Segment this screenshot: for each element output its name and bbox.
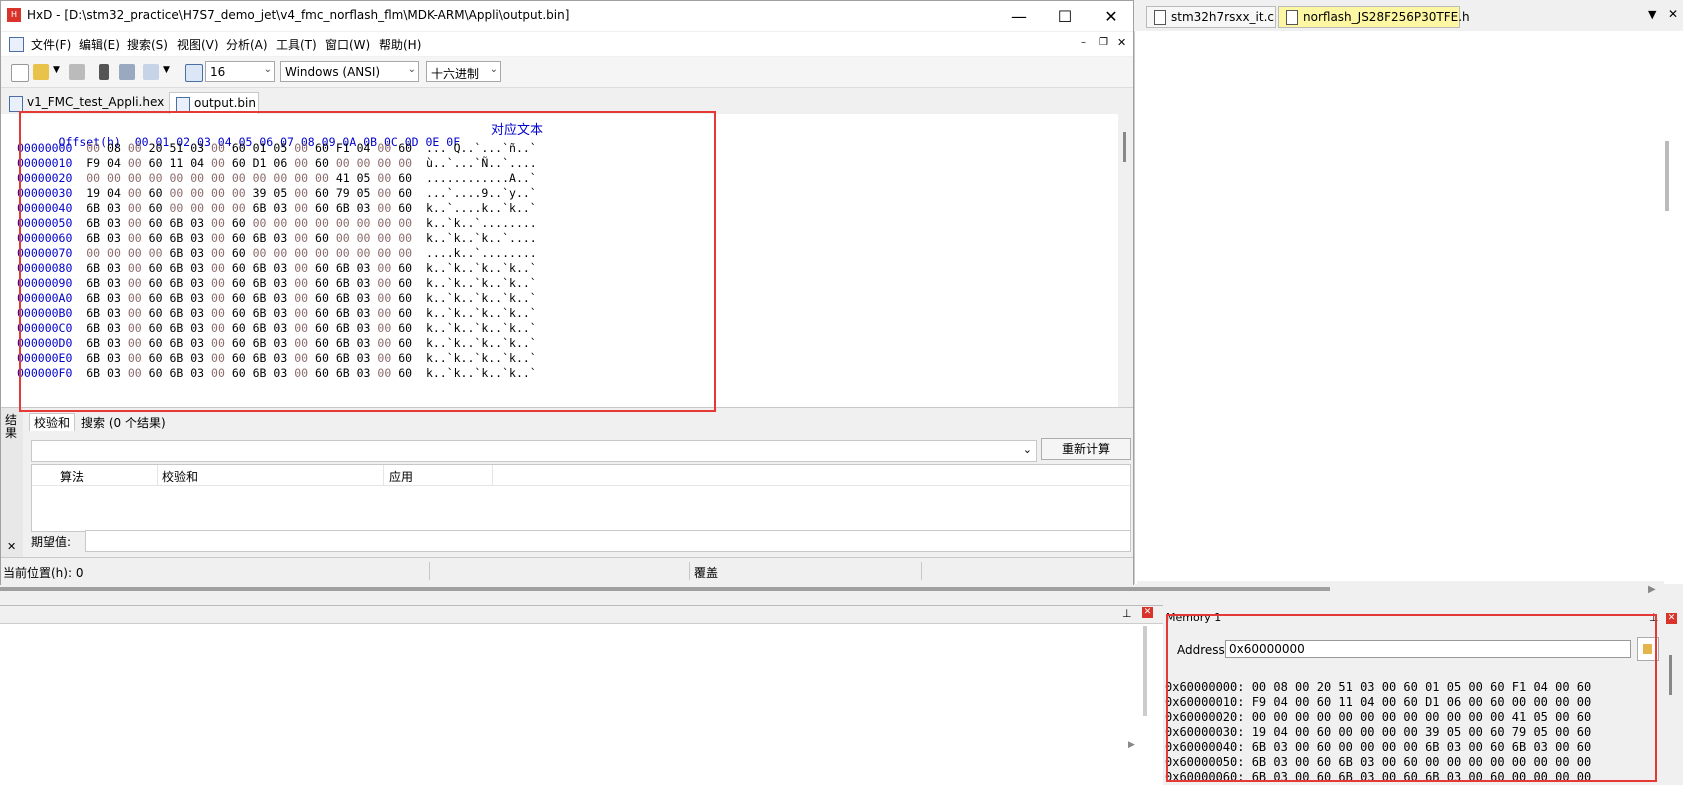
horizontal-scrollbar[interactable] [0, 585, 1340, 593]
menu-edit[interactable]: 编辑(E) [79, 36, 120, 53]
close-icon[interactable]: ✕ [1666, 613, 1677, 624]
bytes-per-row-select[interactable]: 16 ⌄ [205, 61, 275, 82]
number-base-select[interactable]: 十六进制 ⌄ [426, 61, 501, 82]
scroll-thumb[interactable] [1143, 626, 1147, 716]
mdi-minimize-icon[interactable]: – [1081, 37, 1086, 48]
properties-icon[interactable] [119, 64, 135, 80]
menu-help[interactable]: 帮助(H) [379, 36, 421, 53]
status-bar: 当前位置(h): 0 覆盖 [1, 557, 1133, 585]
tab-list-dropdown-icon[interactable]: ▼ [1648, 8, 1656, 21]
window-title: HxD - [D:\stm32_practice\H7S7_demo_jet\v… [27, 8, 570, 22]
encoding-value: Windows (ANSI) [285, 65, 381, 79]
app-icon: H [7, 8, 21, 22]
status-divider [429, 562, 430, 580]
menu-window[interactable]: 窗口(W) [325, 36, 370, 53]
bytes-per-row-value: 16 [210, 65, 226, 79]
copy-dropdown-icon[interactable]: ▼ [163, 65, 170, 75]
checksum-table: 算法 校验和 应用 [31, 464, 1131, 532]
recalculate-button[interactable]: 重新计算 [1041, 438, 1131, 460]
tab-norflash-h[interactable]: norflash_JS28F256P30TFE.h [1278, 6, 1470, 28]
close-icon[interactable]: ✕ [1668, 7, 1678, 21]
scroll-thumb[interactable] [1669, 655, 1672, 695]
tab-it-c[interactable]: stm32h7rsxx_it.c [1146, 6, 1276, 28]
close-file-icon[interactable] [99, 64, 109, 80]
col-algorithm[interactable]: 算法 [60, 468, 84, 485]
edit-mode[interactable]: 覆盖 [694, 564, 718, 581]
copy-icon[interactable] [143, 64, 159, 80]
scroll-thumb[interactable] [1665, 141, 1669, 211]
results-side-label: 结果 [5, 413, 18, 440]
results-side-tab[interactable]: 结果 ✕ [1, 408, 23, 558]
col-apply[interactable]: 应用 [389, 468, 413, 485]
chevron-down-icon: ⌄ [489, 64, 498, 75]
file-icon [1154, 10, 1166, 25]
scroll-thumb[interactable] [0, 587, 1330, 591]
column-divider [157, 465, 158, 485]
hex-file-icon [9, 96, 23, 112]
close-button[interactable]: ✕ [1088, 1, 1134, 31]
tab-label: v1_FMC_test_Appli.hex [27, 95, 165, 109]
pin-icon[interactable]: ⊥ [1122, 607, 1132, 620]
bytes-per-row-icon [185, 64, 203, 82]
highlight-box [19, 111, 716, 412]
scroll-right-icon[interactable]: ▶ [1128, 740, 1135, 750]
mdi-close-icon[interactable]: ✕ [1117, 36, 1126, 49]
column-divider [383, 465, 384, 485]
close-icon[interactable]: ✕ [7, 540, 16, 553]
open-dropdown-icon[interactable]: ▼ [53, 65, 60, 75]
vertical-scrollbar[interactable] [1118, 114, 1133, 407]
column-divider [492, 465, 493, 485]
encoding-select[interactable]: Windows (ANSI) ⌄ [280, 61, 419, 82]
vertical-scrollbar[interactable] [1663, 635, 1679, 775]
maximize-button[interactable]: ☐ [1042, 1, 1088, 31]
tab-checksum[interactable]: 校验和 [29, 413, 76, 431]
menu-search[interactable]: 搜索(S) [127, 36, 168, 53]
new-file-icon[interactable] [11, 64, 29, 82]
cursor-position: 当前位置(h): 0 [3, 566, 84, 580]
mdi-restore-icon[interactable]: ❐ [1099, 37, 1108, 48]
tab-label: output.bin [194, 96, 256, 110]
highlight-box [1166, 614, 1657, 782]
status-divider [689, 562, 690, 580]
menu-tools[interactable]: 工具(T) [276, 36, 317, 53]
tab-label: stm32h7rsxx_it.c [1171, 10, 1274, 24]
output-panel: ⊥ ✕ ▶ [0, 605, 1163, 785]
scroll-right-icon[interactable]: ▶ [1648, 584, 1656, 595]
menu-view[interactable]: 视图(V) [177, 36, 219, 53]
close-icon[interactable]: ✕ [1142, 607, 1153, 618]
doc-icon [9, 37, 24, 52]
chevron-down-icon: ⌄ [407, 64, 416, 75]
scroll-thumb[interactable] [1123, 132, 1126, 162]
tab-label: norflash_JS28F256P30TFE.h [1303, 10, 1470, 24]
col-checksum[interactable]: 校验和 [162, 468, 198, 485]
code-editor[interactable] [1134, 31, 1683, 595]
chevron-down-icon: ⌄ [263, 64, 272, 75]
menu-bar: 文件(F) 编辑(E) 搜索(S) 视图(V) 分析(A) 工具(T) 窗口(W… [1, 32, 1133, 56]
toolbar: ▼ ▼ 16 ⌄ Windows (ANSI) ⌄ 十六进制 ⌄ [1, 57, 1133, 88]
open-folder-icon[interactable] [33, 64, 49, 80]
expected-value-input[interactable] [85, 530, 1131, 552]
title-bar[interactable]: H HxD - [D:\stm32_practice\H7S7_demo_jet… [1, 1, 1133, 31]
menu-analysis[interactable]: 分析(A) [226, 36, 268, 53]
editor-tabs: stm32h7rsxx_it.c norflash_JS28F256P30TFE… [1134, 0, 1683, 30]
save-icon[interactable] [69, 64, 85, 80]
expected-label: 期望值: [31, 535, 72, 549]
results-panel: 结果 ✕ 校验和 搜索 (0 个结果) ⌄ 重新计算 算法 校验和 应用 期望值… [1, 407, 1133, 558]
algorithm-select[interactable]: ⌄ [31, 440, 1037, 462]
chevron-down-icon: ⌄ [1022, 443, 1032, 456]
tab-search-results[interactable]: 搜索 (0 个结果) [81, 414, 166, 431]
number-base-value: 十六进制 [431, 67, 480, 81]
minimize-button[interactable]: — [996, 1, 1042, 31]
file-icon [1286, 10, 1298, 25]
menu-file[interactable]: 文件(F) [31, 36, 71, 53]
status-divider [921, 562, 922, 580]
output-header: ⊥ ✕ [0, 606, 1163, 624]
table-header: 算法 校验和 应用 [32, 465, 1130, 486]
